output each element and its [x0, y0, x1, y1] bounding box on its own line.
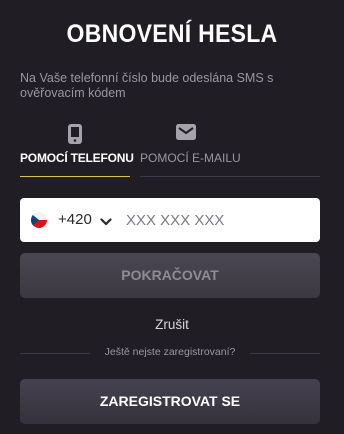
divider-line-right — [250, 353, 320, 354]
cancel-link[interactable]: Zrušit — [0, 317, 344, 332]
register-divider: Ještě nejste zaregistrovaní? — [20, 346, 320, 360]
cz-flag-icon[interactable] — [28, 211, 50, 229]
instruction-text: Na Vaše telefonní číslo bude odeslána SM… — [20, 71, 274, 100]
register-prompt: Ještě nejste zaregistrovaní? — [104, 346, 236, 358]
phone-icon — [67, 124, 83, 149]
tab-phone[interactable]: POMOCÍ TELEFONU — [20, 120, 134, 177]
phone-input[interactable] — [126, 198, 306, 242]
tab-email-label: POMOCÍ E-MAILU — [140, 151, 241, 165]
country-code[interactable]: +420 — [58, 211, 92, 228]
phone-field: +420 — [20, 198, 320, 242]
envelope-icon — [176, 124, 196, 145]
continue-button[interactable]: POKRAČOVAT — [20, 253, 320, 298]
page-title: OBNOVENÍ HESLA — [66, 20, 278, 48]
tab-email[interactable]: POMOCÍ E-MAILU — [140, 120, 320, 177]
tab-phone-label: POMOCÍ TELEFONU — [20, 151, 134, 165]
chevron-down-icon[interactable] — [100, 214, 112, 232]
register-button[interactable]: ZAREGISTROVAT SE — [20, 379, 320, 424]
